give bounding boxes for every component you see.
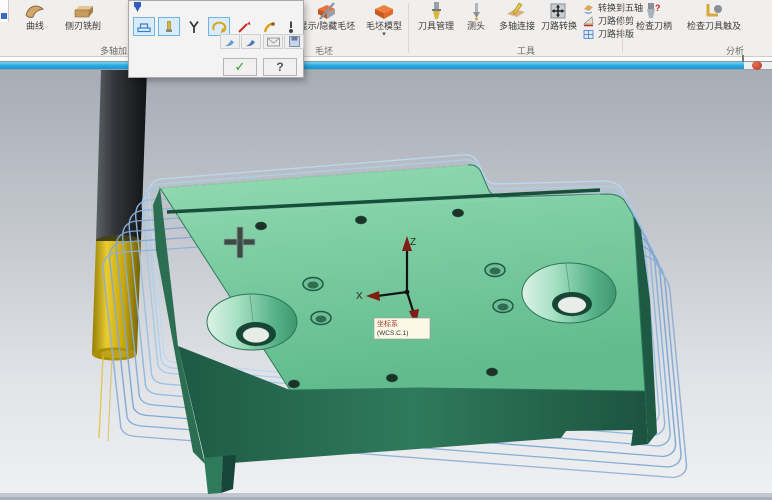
tool-holder bbox=[96, 70, 147, 241]
record-stop-button[interactable] bbox=[752, 61, 762, 70]
tool-axis-icon bbox=[161, 20, 177, 34]
progress-fill bbox=[0, 62, 744, 69]
viewport-3d[interactable]: Z X Y 坐标系 (WCS.C.1) bbox=[0, 0, 772, 500]
ribbon-toolbar: 曲线 侧刃铣削 多轴加工 显示/隐藏毛坯 毛坯模型 ▾ 毛坯 bbox=[0, 0, 772, 57]
show-hide-stock-icon bbox=[296, 1, 358, 21]
panel-edge-fragment bbox=[0, 0, 9, 22]
ribbon-button-side-milling[interactable]: 侧刃铣削 bbox=[60, 1, 106, 35]
dialog-action-send[interactable] bbox=[263, 34, 283, 49]
dialog-action-save[interactable] bbox=[284, 34, 304, 49]
stock-model-icon bbox=[362, 1, 406, 21]
simulation-progress-bar bbox=[0, 61, 772, 70]
ribbon-button-toolpath-transform[interactable]: 刀路转换 bbox=[535, 1, 583, 35]
wcs-tag-line2: (WCS.C.1) bbox=[377, 330, 408, 337]
panel-icon bbox=[1, 13, 7, 19]
wcs-tag-line1: 坐标系 bbox=[377, 319, 398, 328]
progress-thumb[interactable] bbox=[742, 55, 744, 62]
dialog-ok-button[interactable]: ✓ bbox=[223, 58, 257, 76]
ribbon-button-stock-model[interactable]: 毛坯模型 ▾ bbox=[362, 1, 406, 35]
ribbon-button-check-tool-contact[interactable]: 检查刀具触及 bbox=[683, 1, 745, 35]
rotate-arrow-icon bbox=[211, 20, 227, 34]
probe-icon bbox=[460, 1, 492, 21]
multiaxis-link-icon bbox=[493, 1, 541, 21]
envelope-icon bbox=[266, 35, 281, 48]
dialog-option-fork[interactable] bbox=[183, 17, 205, 36]
check-tool-contact-icon bbox=[683, 1, 745, 21]
group-separator bbox=[408, 3, 409, 53]
ribbon-button-probe[interactable]: 测头 bbox=[460, 1, 492, 35]
ribbon-button-check-holder[interactable]: ? 检查刀柄 bbox=[630, 1, 678, 35]
ribbon-button-curve[interactable]: 曲线 bbox=[13, 1, 57, 35]
group-label-tools: 工具 bbox=[517, 44, 535, 57]
toolpath-transform-icon bbox=[535, 1, 583, 21]
group-separator bbox=[622, 3, 623, 53]
curve-icon bbox=[13, 1, 57, 21]
group-label-stock: 毛坯 bbox=[315, 44, 333, 57]
pushpin-icon[interactable] bbox=[132, 2, 143, 13]
ribbon-button-multiaxis-link[interactable]: 多轴连接 bbox=[493, 1, 541, 35]
countersink-right bbox=[522, 263, 616, 323]
red-pen-icon bbox=[236, 20, 252, 34]
ribbon-button-show-hide-stock[interactable]: 显示/隐藏毛坯 bbox=[296, 1, 358, 35]
dialog-action-verify[interactable] bbox=[241, 34, 261, 49]
x-axis-label: X bbox=[356, 291, 363, 302]
save-icon bbox=[287, 35, 302, 48]
dialog-action-simulate[interactable] bbox=[220, 34, 240, 49]
check-holder-icon: ? bbox=[630, 1, 678, 21]
brush-blue-icon bbox=[223, 35, 238, 48]
yellow-hook-icon bbox=[261, 20, 277, 34]
toolpath-parameter-dialog: ✓ ? bbox=[128, 0, 304, 78]
dialog-option-machine-bed[interactable] bbox=[133, 17, 155, 36]
fork-icon bbox=[186, 20, 202, 34]
svg-text:?: ? bbox=[655, 3, 661, 13]
cam-application-window: Z X Y 坐标系 (WCS.C.1) 曲线 侧刃铣削 多轴加工 bbox=[0, 0, 772, 500]
z-axis-label: Z bbox=[410, 237, 416, 248]
to-five-axis-icon bbox=[582, 2, 595, 14]
dialog-option-tool-axis[interactable] bbox=[158, 17, 180, 36]
toolpath-layout-icon bbox=[582, 28, 595, 40]
brush-dark-icon bbox=[244, 35, 259, 48]
side-milling-icon bbox=[60, 1, 106, 21]
chevron-down-icon[interactable]: ▾ bbox=[362, 32, 406, 38]
machine-bed-icon bbox=[136, 20, 152, 34]
plumb-icon bbox=[283, 20, 299, 34]
dialog-help-button[interactable]: ? bbox=[263, 58, 297, 76]
ribbon-button-tool-manager[interactable]: 刀具管理 bbox=[412, 1, 460, 35]
toolpath-trim-icon bbox=[582, 15, 595, 27]
tool-manager-icon bbox=[412, 1, 460, 21]
countersink-left bbox=[207, 294, 297, 350]
